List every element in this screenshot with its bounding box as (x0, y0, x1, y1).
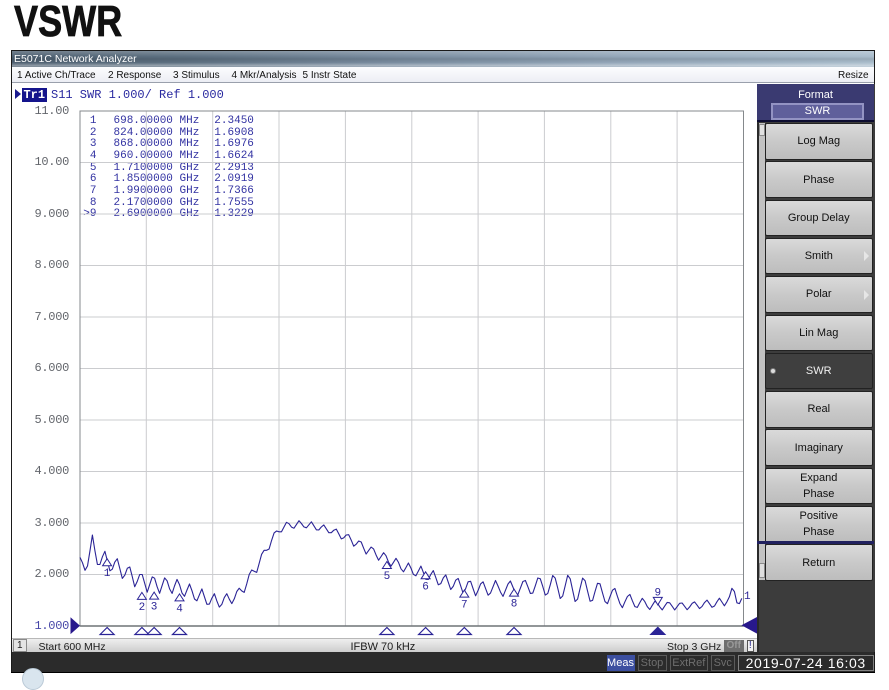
svg-text:6: 6 (422, 581, 429, 593)
svg-text:2: 2 (139, 602, 146, 614)
svg-text:1: 1 (744, 591, 751, 603)
svg-text:5: 5 (384, 571, 391, 583)
svg-text:8: 8 (511, 599, 518, 611)
svg-text:3: 3 (151, 602, 158, 614)
svg-text:7: 7 (461, 600, 468, 612)
svg-text:1: 1 (104, 568, 111, 580)
svg-text:9: 9 (654, 587, 661, 599)
svg-text:4: 4 (176, 603, 183, 615)
